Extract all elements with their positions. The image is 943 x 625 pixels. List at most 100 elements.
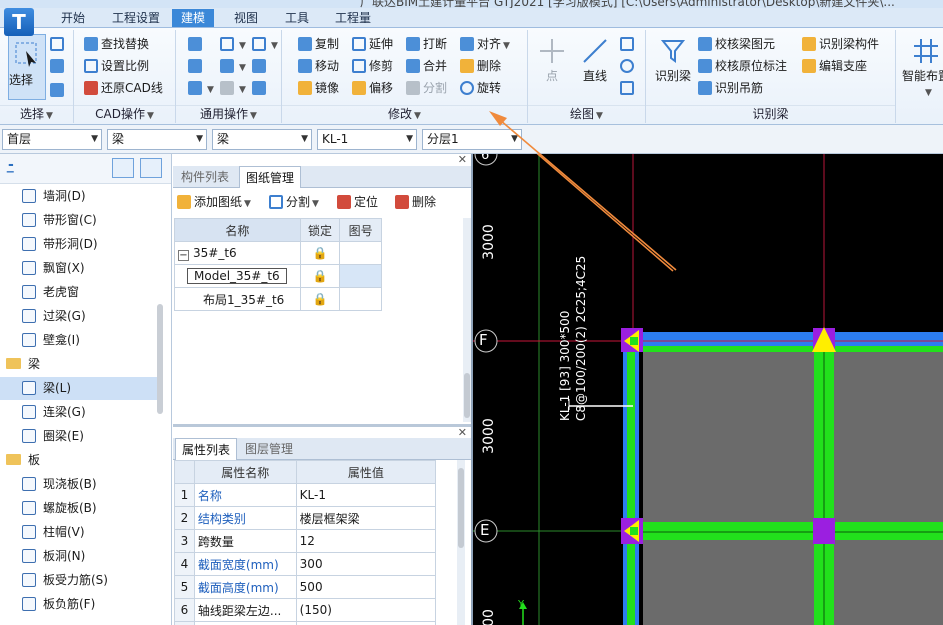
tree-item[interactable]: 板负筋(F) (0, 593, 160, 616)
rectangle-icon[interactable] (620, 78, 637, 98)
tree-item[interactable]: 板受力筋(S) (0, 569, 160, 592)
tab-component-list[interactable]: 构件列表 (175, 166, 235, 188)
property-value[interactable]: Φ8@100/200(2) (295, 621, 437, 625)
drawing-name-cell[interactable]: Model_35#_t6 (174, 264, 301, 288)
drawing-name-cell[interactable]: 布局1_35#_t6 (174, 287, 301, 311)
smart-layout-dropdown-icon[interactable]: ▼ (925, 88, 932, 98)
tree-item[interactable]: 板洞(N) (0, 545, 160, 568)
menu-tools[interactable]: 工具 (276, 9, 318, 27)
property-value[interactable]: 楼层框架梁 (295, 506, 437, 530)
delete-button[interactable]: 删除 (460, 56, 501, 76)
tree-item[interactable]: 壁龛(I) (0, 329, 160, 352)
app-logo-icon[interactable]: T (4, 8, 34, 36)
tab-property-list[interactable]: 属性列表 (175, 438, 238, 460)
grid-icon[interactable] (188, 56, 205, 76)
set-scale-button[interactable]: 设置比例 (84, 56, 149, 76)
lock-cell[interactable]: 🔒 (299, 241, 341, 265)
dimension-icon[interactable]: ▼ (252, 34, 278, 54)
component-subtype-select[interactable]: 梁 ▼ (212, 129, 312, 150)
trim-button[interactable]: 修剪 (352, 56, 393, 76)
drawing-no-cell[interactable] (339, 287, 382, 311)
tree-folder[interactable]: 梁 (0, 353, 160, 376)
tab-drawing-management[interactable]: 图纸管理 (239, 166, 302, 188)
axis-icon[interactable]: ▼ (220, 78, 246, 98)
lock-cell[interactable]: 🔒 (299, 264, 341, 288)
tree-item[interactable]: 带形窗(C) (0, 209, 160, 232)
tree-item[interactable]: 现浇板(B) (0, 473, 160, 496)
floor-select[interactable]: 首层 ▼ (2, 129, 102, 150)
move-button[interactable]: 移动 (298, 56, 339, 76)
detail-view-icon[interactable] (140, 158, 162, 178)
merge-button[interactable]: 合并 (406, 56, 447, 76)
drawing-root-cell[interactable]: −35#_t6 (174, 241, 301, 265)
property-value[interactable]: 300 (295, 552, 437, 576)
drawing-panel-scrollbar[interactable] (463, 218, 471, 422)
split-drawing-button[interactable]: 分割 ▼ (269, 191, 319, 213)
layer-select[interactable]: 分层1 ▼ (422, 129, 522, 150)
draw-group-label[interactable]: 绘图 ▼ (528, 105, 645, 121)
tree-item[interactable]: 过梁(G) (0, 305, 160, 328)
table-row[interactable]: 布局1_35#_t6 🔒 (174, 287, 382, 311)
property-value[interactable]: KL-1 (295, 483, 437, 507)
tab-layer-management[interactable]: 图层管理 (239, 438, 299, 460)
tree-folder[interactable]: 板 (0, 449, 160, 472)
add-drawing-button[interactable]: 添加图纸 ▼ (177, 191, 251, 213)
offset-button[interactable]: 偏移 (352, 78, 393, 98)
circle-icon[interactable] (620, 56, 637, 76)
tree-item[interactable]: 墙洞(D) (0, 185, 160, 208)
panel-splitter[interactable] (173, 424, 471, 427)
tree-item[interactable]: 带形洞(D) (0, 233, 160, 256)
table-row[interactable]: 7箍筋Φ8@100/200(2) (174, 621, 437, 625)
pick-icon[interactable] (50, 34, 67, 54)
recognize-hanger-button[interactable]: 识别吊筋 (698, 78, 763, 98)
cad-viewport[interactable]: F E 6 3000 3000 00 KL-1 [93] 300*500 C8@… (473, 154, 943, 625)
find-replace-button[interactable]: 查找替换 (84, 34, 149, 54)
component-type-select[interactable]: 梁 ▼ (107, 129, 207, 150)
cad-group-label[interactable]: CAD操作 ▼ (74, 105, 175, 121)
list-view-icon[interactable] (112, 158, 134, 178)
property-value[interactable]: 500 (295, 575, 437, 599)
tree-item[interactable]: 柱帽(V) (0, 521, 160, 544)
property-panel-scrollbar[interactable] (457, 460, 465, 625)
table-row[interactable]: −35#_t6 🔒 (174, 241, 382, 265)
edit-support-button[interactable]: 编辑支座 (802, 56, 867, 76)
check-beam-button[interactable]: 校核梁图元 (698, 34, 775, 54)
select-button[interactable]: 选择 (8, 34, 46, 100)
copy-floor-icon[interactable]: ▼ (220, 56, 246, 76)
table-row[interactable]: 1 名称 KL-1 (174, 483, 437, 507)
tree-item[interactable]: 螺旋板(B) (0, 497, 160, 520)
rotate-button[interactable]: 旋转 (460, 78, 501, 98)
menu-quantities[interactable]: 工程量 (326, 9, 380, 27)
smart-layout-button[interactable]: 智能布置 (900, 36, 943, 84)
table-row[interactable]: 4 截面宽度(mm) 300 (174, 552, 437, 576)
property-value[interactable]: 12 (295, 529, 437, 553)
menu-modeling[interactable]: 建模 (172, 9, 215, 27)
recognize-beam-member-button[interactable]: 识别梁构件 (802, 34, 879, 54)
drawing-no-cell[interactable] (339, 241, 382, 265)
table-row[interactable]: 6 轴线距梁左边... (150) (174, 598, 437, 622)
component-name-select[interactable]: KL-1 ▼ (317, 129, 417, 150)
locate-button[interactable]: 定位 (337, 191, 378, 213)
point-button[interactable]: 点 (536, 36, 568, 84)
tree-item[interactable]: 梁(L) (0, 377, 160, 400)
tree-item[interactable]: 圈梁(E) (0, 425, 160, 448)
properties-icon[interactable] (252, 56, 269, 76)
menu-start[interactable]: 开始 (52, 9, 94, 27)
arc-icon[interactable] (620, 34, 637, 54)
menu-project-settings[interactable]: 工程设置 (103, 9, 169, 27)
align-box-icon[interactable]: ▼ (220, 34, 246, 54)
lock-icon[interactable]: ▼ (188, 78, 214, 98)
table-row[interactable]: 5 截面高度(mm) 500 (174, 575, 437, 599)
recognize-beam-button[interactable]: 识别梁 (652, 36, 694, 84)
close-property-panel-icon[interactable]: ✕ (458, 426, 467, 439)
collapse-icon[interactable]: − (178, 249, 189, 261)
modify-group-label[interactable]: 修改 ▼ (282, 105, 527, 121)
split-button[interactable]: 分割 (406, 78, 447, 98)
lock-cell[interactable]: 🔒 (299, 287, 341, 311)
table-row[interactable]: Model_35#_t6 🔒 (174, 264, 382, 288)
restore-cad-lines-button[interactable]: 还原CAD线 (84, 78, 163, 98)
delete-drawing-button[interactable]: 删除 (395, 191, 436, 213)
menu-view[interactable]: 视图 (225, 9, 267, 27)
collapse-all-icon[interactable]: -̲ (8, 157, 14, 173)
filter-icon[interactable] (252, 78, 269, 98)
